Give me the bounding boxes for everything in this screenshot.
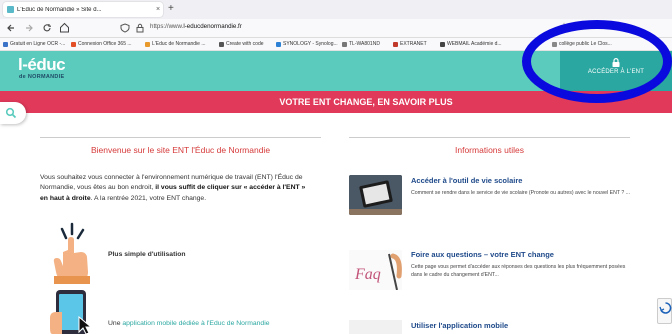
feature-mobile-text: Une bbox=[108, 320, 123, 327]
bookmark-label: WEBMAIL Académie d... bbox=[447, 41, 502, 47]
bookmark-icon bbox=[219, 41, 224, 47]
card-text-faq: Cette page vous permet d'accéder aux rép… bbox=[411, 264, 626, 278]
card-text-vie-scolaire: Comment se rendre dans le service de vie… bbox=[411, 190, 631, 196]
recaptcha-icon bbox=[659, 302, 672, 314]
back-arrow-icon[interactable] bbox=[6, 23, 16, 33]
info-heading: Informations utiles bbox=[455, 145, 524, 155]
lock-icon[interactable] bbox=[135, 23, 145, 33]
recaptcha-badge[interactable] bbox=[657, 298, 672, 324]
mouse-cursor-icon bbox=[78, 316, 92, 334]
faq-illustration: Faq bbox=[354, 253, 402, 291]
home-icon[interactable] bbox=[59, 22, 70, 33]
bookmark-item[interactable]: Create with code bbox=[219, 41, 264, 47]
url-domain: l-educdenormandie.fr bbox=[183, 23, 242, 30]
intro-paragraph: Vous souhaitez vous connecter à l'enviro… bbox=[40, 173, 310, 204]
bookmark-item[interactable]: SYNOLOGY - Synolog... bbox=[276, 41, 338, 47]
bookmark-label: TL-WA801ND bbox=[349, 41, 380, 47]
search-button[interactable] bbox=[0, 102, 26, 124]
bookmark-icon bbox=[393, 41, 398, 47]
bookmark-label: L'Educ de Normandie ... bbox=[152, 41, 206, 47]
browser-tab[interactable]: L'Educ de Normandie » Site d... × bbox=[3, 2, 163, 17]
bookmark-label: Gratuit en Ligne OCR -... bbox=[10, 41, 66, 47]
pointing-hand-icon bbox=[53, 222, 90, 284]
faq-drawn-text: Faq bbox=[354, 266, 381, 283]
new-tab-button[interactable]: + bbox=[168, 3, 174, 14]
card-image-faq[interactable]: Faq bbox=[349, 250, 402, 291]
annotation-ellipse bbox=[522, 20, 672, 103]
bookmark-label: Connexion Office 365 ... bbox=[78, 41, 132, 47]
bookmark-icon bbox=[71, 41, 76, 47]
divider bbox=[349, 137, 630, 138]
browser-tab-bar: L'Educ de Normandie » Site d... × + bbox=[0, 0, 672, 19]
bookmark-item[interactable]: EXTRANET bbox=[393, 41, 427, 47]
site-logo[interactable]: l-éduc bbox=[18, 55, 66, 75]
shield-icon[interactable] bbox=[120, 23, 130, 33]
bookmark-item[interactable]: TL-WA801ND bbox=[342, 41, 380, 47]
divider bbox=[40, 137, 321, 138]
card-image-vie-scolaire[interactable] bbox=[349, 175, 402, 215]
site-logo-subtitle: de NORMANDIE bbox=[19, 74, 65, 80]
tab-title: L'Educ de Normandie » Site d... bbox=[17, 6, 102, 13]
bookmark-icon bbox=[440, 41, 445, 47]
forward-arrow-icon[interactable] bbox=[24, 23, 34, 33]
address-bar[interactable]: https://www.l-educdenormandie.fr bbox=[150, 23, 242, 30]
card-title-mobile-app[interactable]: Utiliser l'application mobile bbox=[411, 321, 508, 330]
tab-close-button[interactable]: × bbox=[153, 6, 163, 13]
url-prefix: https://www. bbox=[150, 23, 184, 30]
bookmark-item[interactable]: Gratuit en Ligne OCR -... bbox=[3, 41, 65, 47]
card-title-vie-scolaire[interactable]: Accéder à l'outil de vie scolaire bbox=[411, 176, 522, 185]
bookmark-icon bbox=[276, 41, 281, 47]
bookmark-icon bbox=[3, 41, 8, 47]
card-title-faq[interactable]: Foire aux questions – votre ENT change bbox=[411, 250, 554, 259]
site-favicon-icon bbox=[7, 6, 14, 13]
bookmark-item[interactable]: Connexion Office 365 ... bbox=[71, 41, 132, 47]
bookmark-item[interactable]: WEBMAIL Académie d... bbox=[440, 41, 502, 47]
bookmark-label: EXTRANET bbox=[400, 41, 427, 47]
intro-text-end: . A la rentrée 2021, votre ENT change. bbox=[90, 194, 207, 202]
card-image-mobile-app[interactable] bbox=[349, 320, 402, 334]
reload-icon[interactable] bbox=[42, 23, 52, 33]
welcome-heading: Bienvenue sur le site ENT l'Éduc de Norm… bbox=[90, 145, 271, 155]
bookmark-icon bbox=[145, 41, 150, 47]
bookmark-icon bbox=[342, 41, 347, 47]
feature-mobile-app: Une application mobile dédiée à l'Educ d… bbox=[108, 320, 270, 327]
feature-simpler: Plus simple d'utilisation bbox=[108, 251, 186, 258]
search-icon bbox=[5, 107, 17, 119]
mobile-app-link[interactable]: application mobile dédiée à l'Educ de No… bbox=[122, 320, 269, 327]
bookmark-label: Create with code bbox=[226, 41, 264, 47]
bookmark-label: SYNOLOGY - Synolog... bbox=[283, 41, 338, 47]
tablet-image bbox=[349, 175, 402, 215]
bookmark-item[interactable]: L'Educ de Normandie ... bbox=[145, 41, 205, 47]
